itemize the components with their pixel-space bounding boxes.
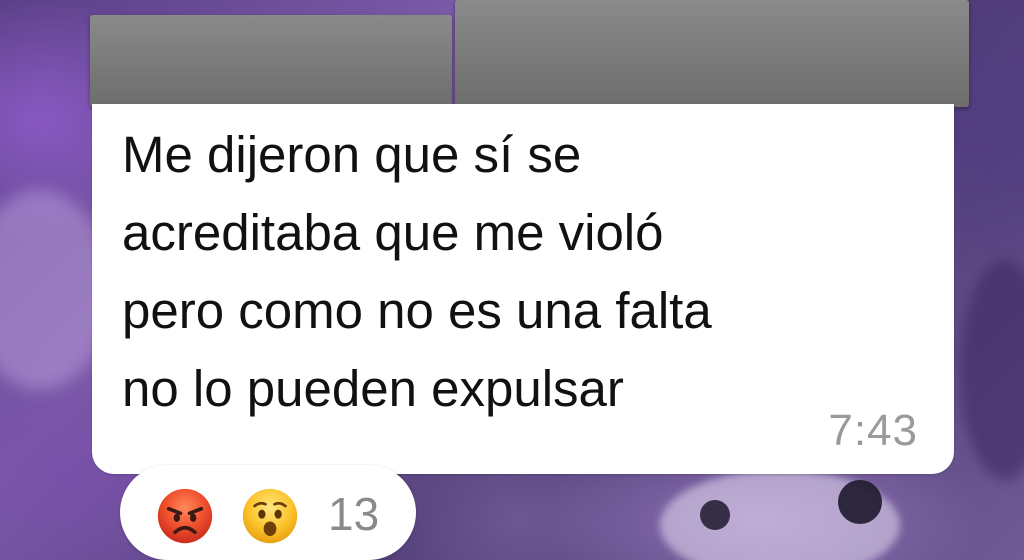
- background-decoration: [700, 500, 730, 530]
- message-text: Me dijeron que sí se acreditaba que me v…: [122, 116, 902, 428]
- angry-face-icon: [157, 488, 213, 544]
- reaction-count: 13: [328, 488, 380, 540]
- message-bubble[interactable]: Me dijeron que sí se acreditaba que me v…: [92, 104, 954, 474]
- reactions-bar[interactable]: 13: [120, 465, 416, 560]
- redacted-area: [455, 0, 969, 107]
- message-timestamp: 7:43: [828, 406, 918, 455]
- surprised-face-icon: [242, 488, 298, 544]
- message-line: Me dijeron que sí se: [122, 126, 582, 183]
- background-decoration: [838, 480, 882, 524]
- message-line: pero como no es una falta: [122, 282, 712, 339]
- background-decoration: [960, 260, 1024, 480]
- background-decoration: [660, 470, 900, 560]
- redacted-area: [90, 15, 452, 107]
- message-line: no lo pueden expulsar: [122, 360, 624, 417]
- message-line: acreditaba que me violó: [122, 204, 664, 261]
